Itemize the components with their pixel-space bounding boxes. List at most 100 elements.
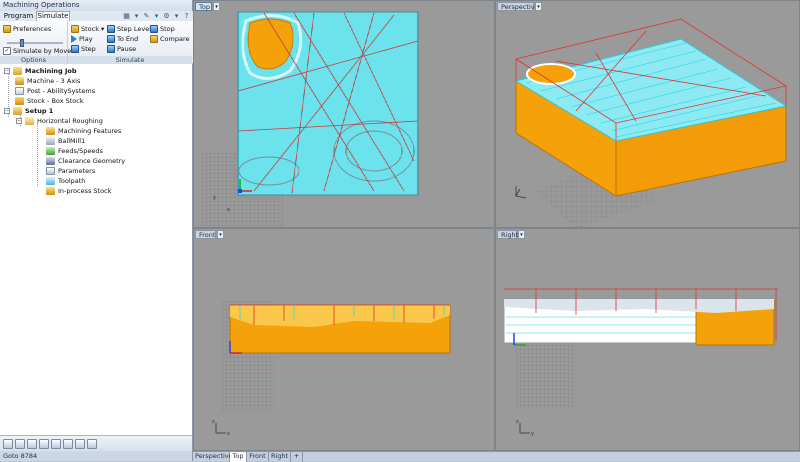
simulate-by-moves-label: Simulate by Moves [13,47,75,55]
play-button[interactable]: Play [71,34,93,44]
in-process-stock-icon [46,187,55,195]
step-button[interactable]: Step [71,44,96,54]
axis-y-label: y [531,431,534,437]
compare-button[interactable]: Compare [150,34,190,44]
tree-item-horizontal-roughing[interactable]: − Horizontal Roughing [16,116,103,126]
folder-icon [13,67,22,75]
front-viewport-title[interactable]: Front [195,230,216,239]
compare-icon [150,35,158,43]
top-viewport[interactable]: y x Top ▾ [193,0,495,228]
step-icon [71,45,79,53]
axis-x-label: x [227,431,230,437]
right-viewport[interactable]: z y Right ▾ [495,228,800,451]
tree-item-parameters[interactable]: Parameters [46,166,95,176]
tree-item-feeds-speeds[interactable]: Feeds/Speeds [46,146,103,156]
tree-item-label: In-process Stock [58,187,112,195]
tab-simulate[interactable]: Simulate [36,11,70,21]
simulate-group-label: Simulate [68,56,192,64]
stop-icon [150,25,158,33]
tree-item-label: Clearance Geometry [58,157,126,165]
stop-button[interactable]: Stop [150,24,175,34]
status-bar: Goto 8784 [0,451,192,461]
machine-setup-icon[interactable] [3,438,13,449]
to-end-button[interactable]: To End [107,34,138,44]
tab-program[interactable]: Program [2,11,35,21]
top-viewport-title[interactable]: Top [195,2,212,11]
play-icon [71,35,77,43]
chevron-down-icon: ▾ [101,25,105,33]
tree-item-clearance-geometry[interactable]: Clearance Geometry [46,156,125,166]
features-icon [46,127,55,135]
tree-item-in-process-stock[interactable]: In-process Stock [46,186,111,196]
tree-item-label: Post - AbilitySystems [27,87,96,95]
tree-item-machining-features[interactable]: Machining Features [46,126,121,136]
axis-x-label: x [227,207,230,213]
chevron-down-icon[interactable]: ▾ [535,2,542,11]
top-view-canvas: y x [202,11,419,227]
simulation-speed-track [7,42,63,44]
play-label: Play [79,35,93,43]
right-viewport-title[interactable]: Right [497,230,518,239]
stock-setup-icon[interactable] [15,438,25,449]
chevron-down-icon[interactable]: ▾ [217,230,224,239]
tree-item-post[interactable]: Post - AbilitySystems [15,86,95,96]
chevron-down-icon[interactable]: ▾ [518,230,525,239]
post-process-icon[interactable] [87,438,97,449]
preferences-icon [3,25,11,33]
gear-icon[interactable]: ⚙ [163,12,170,20]
tree-item-machine[interactable]: Machine - 3 Axis [15,76,80,86]
pause-button[interactable]: Pause [107,44,136,54]
front-viewport[interactable]: z x Front ▾ [193,228,495,451]
front-view-canvas: z x [212,301,451,437]
dropdown-icon[interactable]: ▾ [133,12,140,20]
operation-2axis-icon[interactable] [27,438,37,449]
stock-button[interactable]: Stock ▾ [71,24,104,34]
tools-icon[interactable]: ✎ [143,12,150,20]
clearance-icon [46,157,55,165]
tree-item-machining-job[interactable]: − Machining Job [4,66,77,76]
tree-item-setup[interactable]: − Setup 1 [4,106,53,116]
dropdown-icon[interactable]: ▾ [153,12,160,20]
perspective-viewport-title[interactable]: Perspective [497,2,539,11]
tree-item-label: Setup 1 [25,107,54,115]
tool-icon [46,137,55,145]
collapse-icon[interactable]: − [16,118,22,124]
tree-item-label: Parameters [58,167,96,175]
collapse-icon[interactable]: − [4,68,10,74]
browser-toolbar [0,435,192,451]
step-levels-label: Step Levels [117,25,155,33]
tree-item-stock[interactable]: Stock - Box Stock [15,96,84,106]
machining-operations-panel: Machining Operations Program Simulate ▦ … [0,0,193,461]
operations-tree: − Machining Job Machine - 3 Axis Post - … [0,65,192,435]
operation-5axis-icon[interactable] [63,438,73,449]
viewport-tab-bar: Perspective Top Front Right + [193,451,800,462]
tree-item-toolpath[interactable]: Toolpath [46,176,85,186]
post-icon [15,87,24,95]
toolpath-icon [46,177,55,185]
step-label: Step [81,45,96,53]
preferences-label: Preferences [13,25,52,33]
setup-icon [13,107,22,115]
grid-icon[interactable]: ▦ [123,12,130,20]
machine-icon [15,77,24,85]
tree-item-label: Feeds/Speeds [58,147,103,155]
help-icon[interactable]: ? [183,12,190,20]
operation-4axis-icon[interactable] [51,438,61,449]
feeds-icon [46,147,55,155]
to-end-icon [107,35,115,43]
step-levels-icon [107,25,115,33]
tree-item-ballmill[interactable]: BallMill1 [46,136,85,146]
operation-icon [25,117,34,125]
chevron-down-icon[interactable]: ▾ [213,2,220,11]
stock-icon [71,25,79,33]
tree-item-label: Stock - Box Stock [27,97,84,105]
drill-operation-icon[interactable] [75,438,85,449]
perspective-viewport[interactable]: Perspective ▾ [495,0,800,228]
preferences-button[interactable]: Preferences [3,24,51,34]
dropdown-icon[interactable]: ▾ [173,12,180,20]
step-levels-button[interactable]: Step Levels [107,24,154,34]
simulate-by-moves-checkbox[interactable]: ✓ Simulate by Moves [3,46,75,56]
operation-3axis-icon[interactable] [39,438,49,449]
collapse-icon[interactable]: − [4,108,10,114]
simulate-group: Stock ▾ Play Step Step Levels To End Pau… [68,21,192,64]
